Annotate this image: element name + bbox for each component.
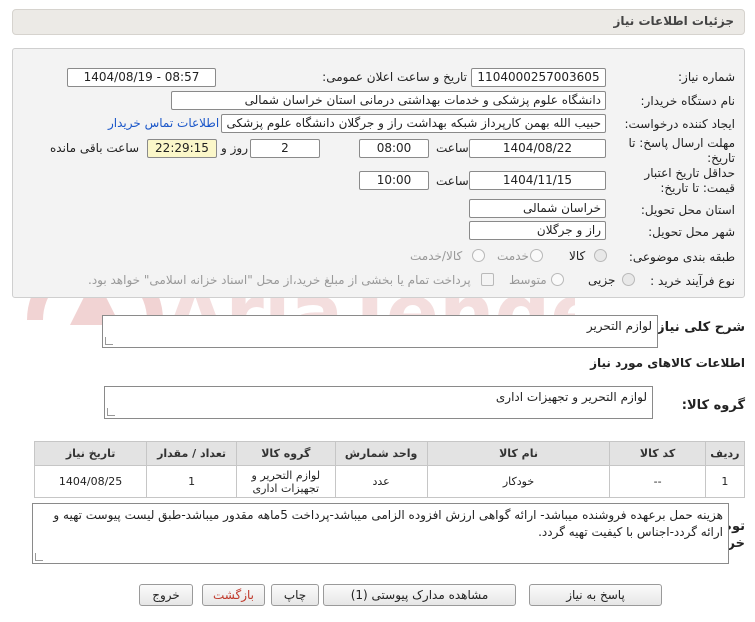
treasury-payment-note: پرداخت تمام یا بخشی از مبلغ خرید،از محل … (88, 273, 471, 287)
province-field: خراسان شمالی (469, 199, 606, 218)
cell-qty: 1 (146, 465, 237, 498)
process-label: نوع فرآیند خرید : (650, 274, 735, 288)
cell-group: لوازم التحریر و تجهیزات اداری (235, 465, 336, 498)
process-radio-minor[interactable] (622, 273, 635, 286)
days-label: روز و (221, 141, 248, 155)
need-number-label: شماره نیاز: (678, 70, 735, 84)
buyer-notes-textarea: هزینه حمل برعهده فروشنده میباشد- ارائه گ… (32, 503, 729, 564)
col-unit: واحد شمارش (334, 441, 428, 466)
cell-row: 1 (704, 465, 746, 498)
reply-date-field: 1404/08/22 (469, 139, 606, 158)
table-header-row: ردیف کد کالا نام کالا واحد شمارش گروه کا… (33, 441, 746, 466)
buyer-org-label: نام دستگاه خریدار: (640, 94, 736, 108)
validity-label: حداقل تاریخ اعتبار قیمت: تا تاریخ: (644, 166, 735, 195)
announce-datetime-field: 1404/08/19 - 08:57 (67, 68, 216, 87)
view-attachments-button[interactable]: مشاهده مدارک پیوستی (1) (323, 584, 516, 606)
process-option-minor: جزیی (588, 273, 616, 287)
category-label: طبقه بندی موضوعی: (628, 250, 735, 264)
validity-time-label: ساعت (436, 174, 469, 188)
cell-date: 1404/08/25 (33, 465, 148, 498)
reply-deadline-label: مهلت ارسال پاسخ: تا تاریخ: (628, 136, 735, 165)
goods-info-title: اطلاعات کالاهای مورد نیاز (590, 356, 745, 370)
items-table: ردیف کد کالا نام کالا واحد شمارش گروه کا… (33, 441, 746, 498)
buyer-notes-text: هزینه حمل برعهده فروشنده میباشد- ارائه گ… (53, 508, 723, 539)
resize-handle[interactable] (107, 408, 115, 416)
creator-field: حبیب الله بهمن کارپرداز شبکه بهداشت راز … (221, 114, 606, 133)
remaining-label: ساعت باقی مانده (50, 141, 140, 155)
print-button[interactable]: چاپ (271, 584, 319, 606)
cell-name: خودکار (426, 465, 611, 498)
buyer-org-field: دانشگاه علوم پزشکی و خدمات بهداشتی درمان… (171, 91, 606, 110)
page-title: جزئیات اطلاعات نیاز (613, 14, 734, 28)
summary-textarea: لوازم التحریر (102, 315, 658, 348)
process-radio-medium[interactable] (551, 273, 564, 286)
treasury-payment-checkbox[interactable] (481, 273, 494, 286)
remaining-time-field: 22:29:15 (147, 139, 217, 158)
validity-time-field: 10:00 (359, 171, 429, 190)
col-row: ردیف (704, 441, 746, 466)
table-row[interactable]: 1 -- خودکار عدد لوازم التحریر و تجهیزات … (33, 465, 746, 498)
process-option-medium: متوسط (509, 273, 547, 287)
cell-code: -- (609, 465, 706, 498)
reply-button[interactable]: پاسخ به نیاز (529, 584, 662, 606)
resize-handle[interactable] (105, 337, 113, 345)
goods-group-label: گروه کالا: (681, 398, 745, 413)
exit-button[interactable]: خروج (139, 584, 193, 606)
need-number-field: 1104000257003605 (471, 68, 606, 87)
goods-group-text: لوازم التحریر و تجهیزات اداری (495, 390, 647, 404)
category-option-service: خدمت (497, 249, 529, 263)
validity-date-field: 1404/11/15 (469, 171, 606, 190)
title-bar: جزئیات اطلاعات نیاز (12, 9, 745, 35)
summary-text: لوازم التحریر (586, 319, 652, 333)
category-radio-goods-service[interactable] (472, 249, 485, 262)
goods-group-textarea: لوازم التحریر و تجهیزات اداری (104, 386, 653, 419)
city-field: راز و جرگلان (469, 221, 606, 240)
category-radio-service[interactable] (530, 249, 543, 262)
col-date: تاریخ نیاز (33, 441, 148, 466)
buyer-contact-link[interactable]: اطلاعات تماس خریدار (108, 116, 219, 130)
city-label: شهر محل تحویل: (648, 225, 735, 239)
announce-label: تاریخ و ساعت اعلان عمومی: (322, 70, 467, 84)
cell-unit: عدد (334, 465, 428, 498)
resize-handle[interactable] (35, 553, 43, 561)
province-label: استان محل تحویل: (640, 203, 735, 217)
days-remaining-field: 2 (250, 139, 320, 158)
col-qty: تعداد / مقدار (146, 441, 237, 466)
category-option-goods: کالا (569, 249, 586, 263)
creator-label: ایجاد کننده درخواست: (624, 117, 735, 131)
col-code: کد کالا (609, 441, 706, 466)
back-button[interactable]: بازگشت (202, 584, 265, 606)
reply-time-label: ساعت (436, 141, 469, 155)
category-radio-goods[interactable] (594, 249, 607, 262)
reply-time-field: 08:00 (359, 139, 429, 158)
category-option-goods-service: کالا/خدمت (410, 249, 463, 263)
col-name: نام کالا (426, 441, 611, 466)
col-group: گروه کالا (235, 441, 336, 466)
summary-label: شرح کلی نیاز: (651, 320, 745, 335)
need-details-page: AriaTender.neT جزئیات اطلاعات نیاز شماره… (0, 0, 755, 622)
